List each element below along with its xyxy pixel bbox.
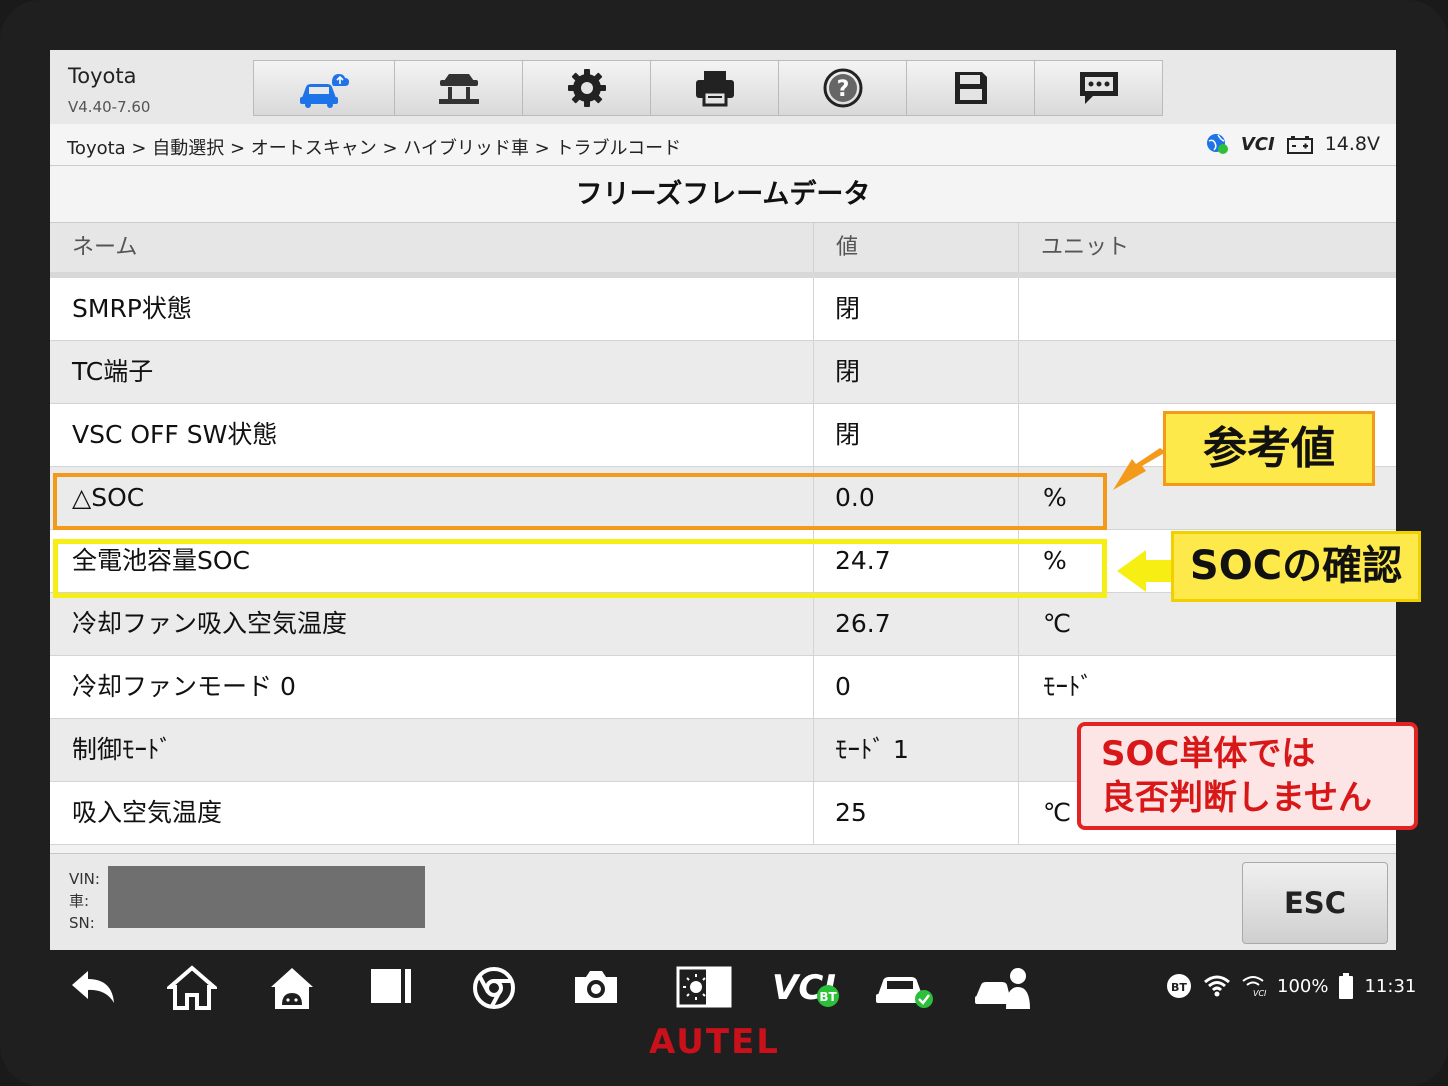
- svg-text:VCI: VCI: [1253, 989, 1267, 998]
- printer-icon: [695, 71, 734, 107]
- home-icon[interactable]: [167, 965, 217, 1011]
- cell-name: 冷却ファンモード 0: [50, 656, 814, 718]
- sn-label: SN:: [69, 914, 95, 932]
- header-value: 値: [814, 223, 1019, 272]
- cell-value: 閉: [814, 278, 1019, 340]
- breadcrumb-bar: Toyota > 自動選択 > オートスキャン > ハイブリッド車 > トラブル…: [50, 124, 1396, 166]
- technician-icon[interactable]: [974, 965, 1034, 1011]
- cell-name: 冷却ファン吸入空気温度: [50, 593, 814, 655]
- cell-value: 25: [814, 782, 1019, 844]
- soc-note-callout: SOC単体では 良否判断しません: [1077, 722, 1418, 830]
- wifi-icon: [1204, 975, 1230, 997]
- cell-name: TC端子: [50, 341, 814, 403]
- vci-status: VCI: [1240, 133, 1275, 155]
- cell-value: ﾓｰﾄﾞ 1: [814, 719, 1019, 781]
- app-version: V4.40-7.60: [68, 98, 151, 116]
- app-name: Toyota: [68, 64, 137, 88]
- cell-unit: ﾓｰﾄﾞ: [1043, 672, 1094, 701]
- camera-icon[interactable]: [572, 965, 620, 1009]
- cell-unit: ℃: [1043, 609, 1072, 638]
- gear-icon: [567, 69, 606, 107]
- save-button[interactable]: [907, 60, 1035, 116]
- cell-name: VSC OFF SW状態: [50, 404, 814, 466]
- message-button[interactable]: [1035, 60, 1163, 116]
- vci-bt-icon[interactable]: VCI BT: [770, 965, 844, 1011]
- home-vehicle-button[interactable]: [253, 60, 395, 116]
- svg-text:?: ?: [836, 77, 849, 102]
- cell-name: 制御ﾓｰﾄﾞ: [50, 719, 814, 781]
- cell-name: SMRP状態: [50, 278, 814, 340]
- android-home-icon[interactable]: [268, 965, 316, 1011]
- globe-icon: [1206, 134, 1228, 154]
- recent-apps-icon[interactable]: [368, 965, 416, 1009]
- svg-text:BT: BT: [819, 990, 837, 1004]
- table-row[interactable]: 冷却ファンモード 0 0 ﾓｰﾄﾞ: [50, 656, 1396, 719]
- header-name: ネーム: [50, 223, 814, 272]
- battery-voltage-icon: [1286, 136, 1313, 154]
- table-row[interactable]: TC端子 閉: [50, 341, 1396, 404]
- message-icon: [1079, 72, 1118, 104]
- print-button[interactable]: [651, 60, 779, 116]
- cell-value: 閉: [814, 404, 1019, 466]
- bt-text: BT: [1171, 981, 1187, 994]
- vehicle-info-labels: VIN: 車: SN:: [69, 868, 100, 934]
- tablet-device: Toyota V4.40-7.60 ? Toyota > 自動選択 > オートス…: [0, 0, 1448, 1086]
- note-line-1: SOC単体では: [1101, 734, 1316, 774]
- vehicle-status-icon[interactable]: [874, 965, 936, 1011]
- back-icon[interactable]: [68, 965, 118, 1009]
- settings-button[interactable]: [523, 60, 651, 116]
- vin-label: VIN:: [69, 870, 100, 888]
- lift-icon: [438, 74, 479, 104]
- save-icon: [954, 72, 987, 104]
- system-status: BT VCI 100% 11:31: [1165, 972, 1416, 1000]
- voltage-value: 14.8V: [1324, 133, 1380, 155]
- cell-value: 26.7: [814, 593, 1019, 655]
- browser-icon[interactable]: [471, 965, 517, 1011]
- cell-value: 0: [814, 656, 1019, 718]
- table-row[interactable]: SMRP状態 閉: [50, 278, 1396, 341]
- cell-unit: [1019, 278, 1396, 340]
- battery-icon: [1339, 973, 1354, 999]
- redacted-vehicle-info: [108, 866, 425, 928]
- car-cloud-icon: [300, 74, 349, 108]
- header-unit: ユニット: [1041, 235, 1130, 260]
- vci-wifi-icon: VCI: [1242, 976, 1267, 998]
- cell-name: 吸入空気温度: [50, 782, 814, 844]
- cell-value: 閉: [814, 341, 1019, 403]
- vehicle-info-footer: VIN: 車: SN: ESC: [50, 853, 1396, 950]
- autel-logo: AUTEL: [649, 1022, 780, 1062]
- soc-check-callout: SOCの確認: [1171, 531, 1421, 602]
- help-button[interactable]: ?: [779, 60, 907, 116]
- bluetooth-badge-icon: BT: [1167, 974, 1191, 998]
- table-row[interactable]: 冷却ファン吸入空気温度 26.7 ℃: [50, 593, 1396, 656]
- note-line-2: 良否判断しません: [1101, 778, 1372, 818]
- table-header: ネーム 値 ユニット: [50, 223, 1396, 278]
- app-header: Toyota V4.40-7.60 ?: [50, 50, 1396, 124]
- connection-status: VCI 14.8V: [1205, 132, 1380, 156]
- battery-percentage: 100%: [1277, 975, 1329, 997]
- clock: 11:31: [1364, 975, 1417, 997]
- brightness-icon[interactable]: [676, 965, 732, 1009]
- toolbar: ?: [253, 60, 1163, 116]
- cell-unit: [1019, 341, 1396, 403]
- breadcrumb: Toyota > 自動選択 > オートスキャン > ハイブリッド車 > トラブル…: [67, 138, 682, 159]
- esc-button[interactable]: ESC: [1242, 862, 1388, 944]
- reference-value-callout: 参考値: [1163, 411, 1375, 486]
- delta-soc-highlight: [53, 473, 1107, 530]
- help-icon: ?: [823, 68, 862, 108]
- car-label: 車:: [69, 892, 90, 910]
- page-title: フリーズフレームデータ: [50, 167, 1396, 223]
- lift-button[interactable]: [395, 60, 523, 116]
- soc-highlight: [53, 539, 1107, 598]
